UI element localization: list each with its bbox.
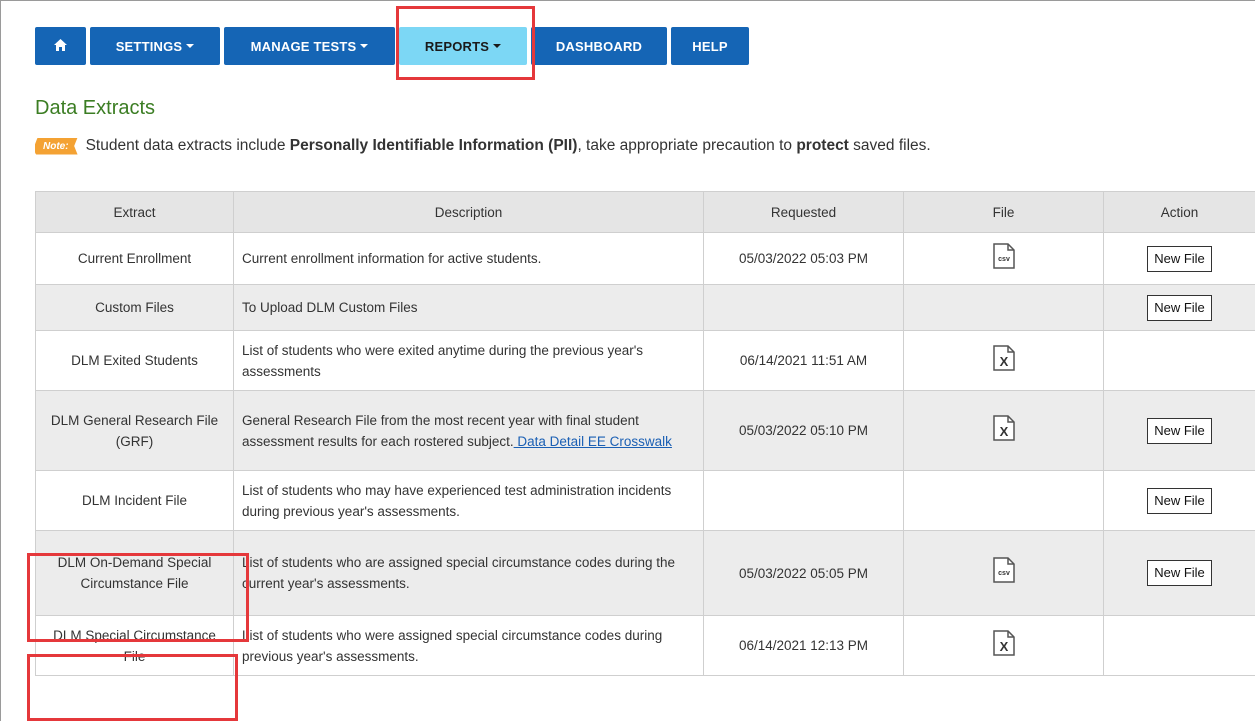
nav-settings-label: SETTINGS (115, 38, 183, 54)
window-border-top (0, 0, 1255, 1)
home-icon (54, 38, 67, 54)
file-cell: X (903, 615, 1104, 676)
table-row: DLM On-Demand Special Circumstance File … (35, 530, 1255, 616)
action-cell: New File (1103, 390, 1255, 471)
header-file: File (903, 191, 1104, 233)
requested-date: 05/03/2022 05:03 PM (703, 232, 904, 285)
nav-dashboard-label: DASHBOARD (555, 38, 643, 54)
file-cell: X (903, 390, 1104, 471)
table-header-row: Extract Description Requested File Actio… (35, 191, 1255, 233)
table-row: Current Enrollment Current enrollment in… (35, 232, 1255, 285)
note-text-1: Student data extracts include (85, 137, 290, 154)
nav-manage-tests[interactable]: MANAGE TESTS (224, 27, 395, 65)
extract-name: DLM Special Circumstance File (35, 615, 234, 676)
data-detail-crosswalk-link[interactable]: Data Detail EE Crosswalk (514, 434, 672, 449)
svg-text:csv: csv (998, 570, 1010, 577)
chevron-down-icon (360, 44, 369, 48)
header-extract: Extract (35, 191, 234, 233)
file-cell: csv (903, 530, 1104, 616)
chevron-down-icon (493, 44, 502, 48)
requested-date (703, 284, 904, 331)
extract-name: Current Enrollment (35, 232, 234, 285)
extract-name: DLM General Research File (GRF) (35, 390, 234, 471)
extract-description: General Research File from the most rece… (233, 390, 704, 471)
requested-date (703, 470, 904, 531)
note-bold-pii: Personally Identifiable Information (PII… (289, 137, 578, 154)
header-action: Action (1103, 191, 1255, 233)
requested-date: 06/14/2021 11:51 AM (703, 330, 904, 391)
extract-description: List of students who may have experience… (233, 470, 704, 531)
header-requested: Requested (703, 191, 904, 233)
new-file-button[interactable]: New File (1147, 245, 1212, 272)
nav-help[interactable]: HELP (671, 27, 749, 65)
extract-description: List of students who were exited anytime… (233, 330, 704, 391)
excel-file-icon[interactable]: X (992, 344, 1015, 377)
page-title: Data Extracts (35, 97, 156, 119)
nav-dashboard[interactable]: DASHBOARD (531, 27, 667, 65)
action-cell: New File (1103, 530, 1255, 616)
requested-date: 06/14/2021 12:13 PM (703, 615, 904, 676)
new-file-button[interactable]: New File (1147, 294, 1212, 321)
extract-name: DLM On-Demand Special Circumstance File (35, 530, 234, 616)
csv-file-icon[interactable]: csv (992, 242, 1015, 275)
svg-text:csv: csv (998, 256, 1010, 263)
svg-text:X: X (999, 424, 1008, 439)
note-badge: Note: (35, 137, 78, 155)
nav-help-label: HELP (692, 38, 728, 54)
window-border-left (0, 0, 1, 721)
table-row: DLM General Research File (GRF) General … (35, 390, 1255, 471)
home-button[interactable] (35, 27, 86, 65)
requested-date: 05/03/2022 05:10 PM (703, 390, 904, 471)
action-cell: New File (1103, 284, 1255, 331)
extract-name: Custom Files (35, 284, 234, 331)
file-cell: X (903, 330, 1104, 391)
action-cell (1103, 615, 1255, 676)
action-cell: New File (1103, 470, 1255, 531)
svg-text:X: X (999, 639, 1008, 654)
nav-reports[interactable]: REPORTS (399, 27, 527, 65)
note-text-2: , take appropriate precaution to (577, 137, 797, 154)
pii-note: Note: Student data extracts include Pers… (35, 137, 931, 155)
header-description: Description (233, 191, 704, 233)
file-cell (903, 470, 1104, 531)
file-cell: csv (903, 232, 1104, 285)
excel-file-icon[interactable]: X (992, 414, 1015, 447)
table-row: DLM Incident File List of students who m… (35, 470, 1255, 531)
table-row: DLM Special Circumstance File List of st… (35, 615, 1255, 676)
file-cell (903, 284, 1104, 331)
extract-name: DLM Exited Students (35, 330, 234, 391)
requested-date: 05/03/2022 05:05 PM (703, 530, 904, 616)
extract-description: List of students who were assigned speci… (233, 615, 704, 676)
table-row: Custom Files To Upload DLM Custom Files … (35, 284, 1255, 331)
note-text-3: saved files. (848, 137, 931, 154)
action-cell: New File (1103, 232, 1255, 285)
note-bold-protect: protect (796, 137, 849, 154)
nav-reports-label: REPORTS (424, 38, 490, 54)
nav-manage-tests-label: MANAGE TESTS (250, 38, 357, 54)
extract-description: List of students who are assigned specia… (233, 530, 704, 616)
table-row: DLM Exited Students List of students who… (35, 330, 1255, 391)
svg-text:X: X (999, 354, 1008, 369)
new-file-button[interactable]: New File (1147, 417, 1212, 444)
chevron-down-icon (186, 44, 195, 48)
nav-settings[interactable]: SETTINGS (90, 27, 220, 65)
main-nav: SETTINGS MANAGE TESTS REPORTS DASHBOARD … (35, 27, 749, 65)
excel-file-icon[interactable]: X (992, 629, 1015, 662)
extract-description: Current enrollment information for activ… (233, 232, 704, 285)
new-file-button[interactable]: New File (1147, 487, 1212, 514)
extract-name: DLM Incident File (35, 470, 234, 531)
extract-description: To Upload DLM Custom Files (233, 284, 704, 331)
data-extracts-table: Extract Description Requested File Actio… (35, 191, 1255, 676)
new-file-button[interactable]: New File (1147, 560, 1212, 586)
csv-file-icon[interactable]: csv (992, 557, 1015, 589)
action-cell (1103, 330, 1255, 391)
